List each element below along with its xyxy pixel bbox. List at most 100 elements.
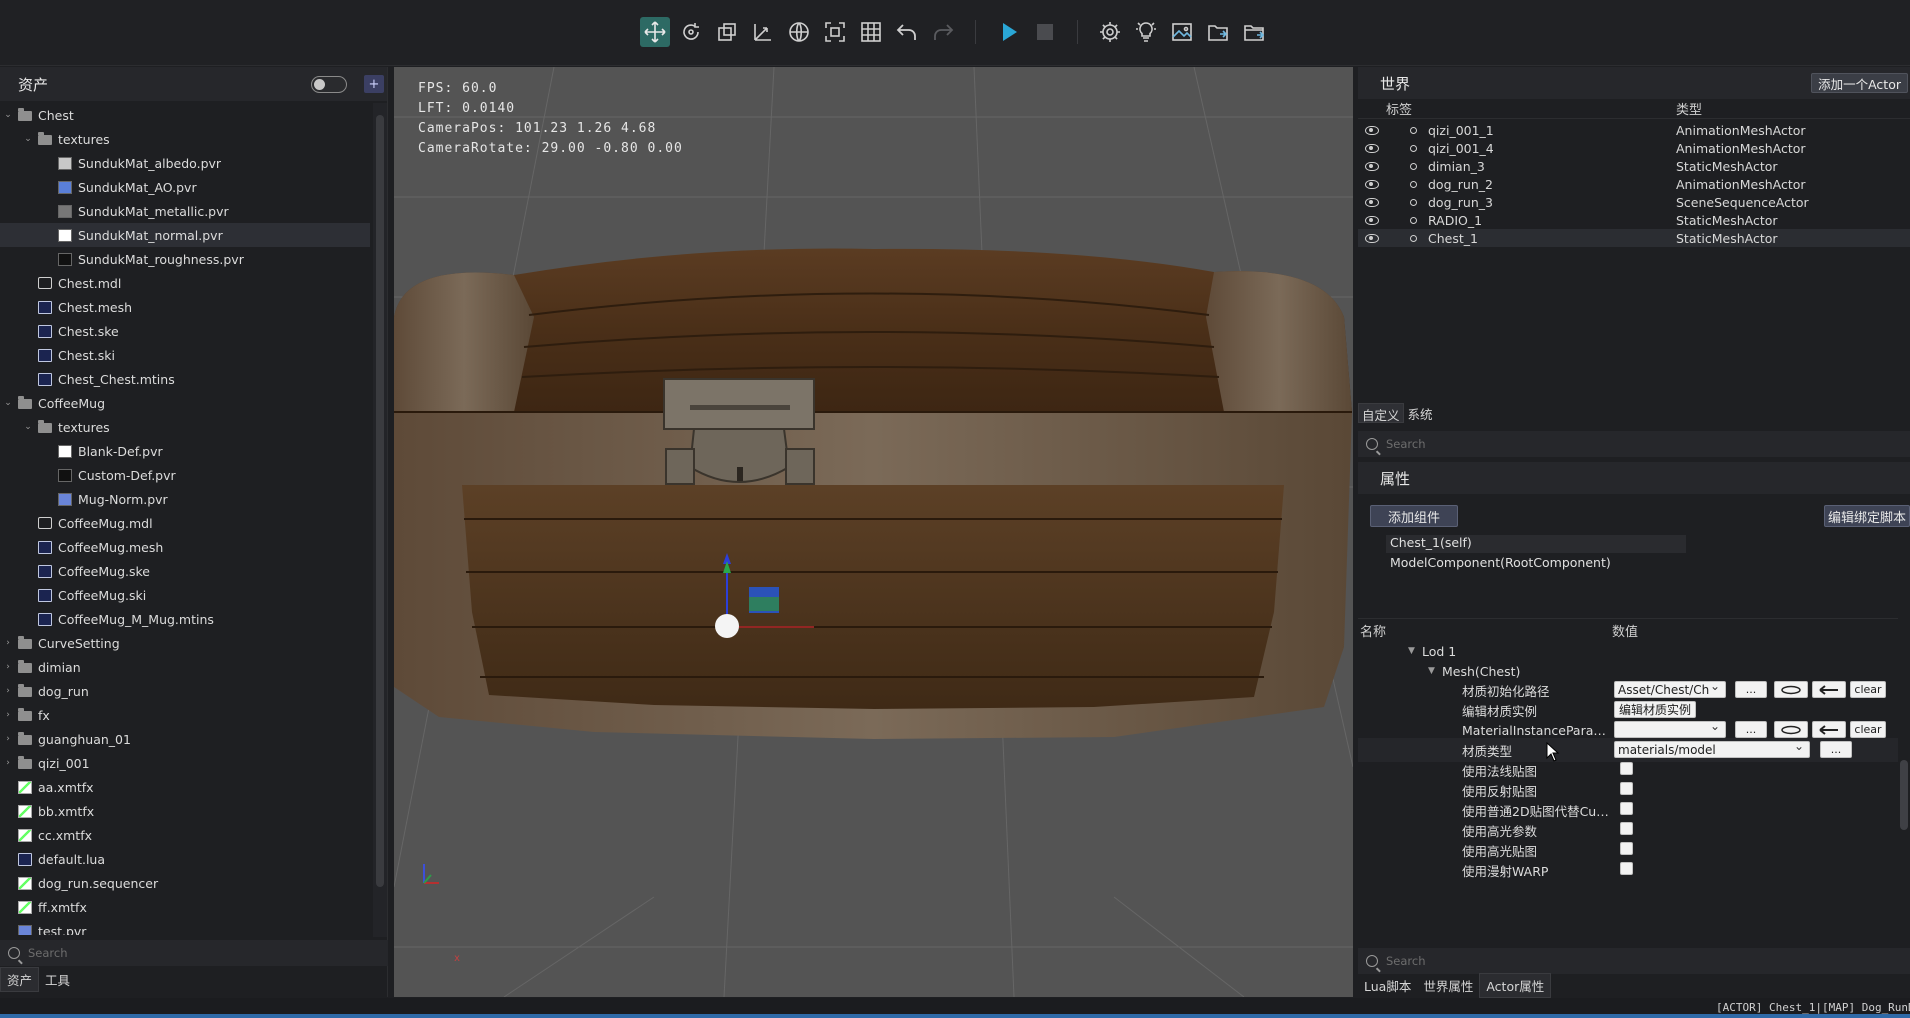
- edit-mat-instance-button[interactable]: 编辑材质实例: [1614, 701, 1696, 718]
- circle-icon[interactable]: [1410, 216, 1417, 224]
- actor-row[interactable]: dog_run_2 AnimationMeshActor: [1358, 175, 1910, 193]
- asset-tree-item[interactable]: SundukMat_roughness.pvr: [0, 247, 370, 271]
- axis-icon[interactable]: [748, 17, 778, 47]
- play-icon[interactable]: [994, 17, 1024, 47]
- asset-tree-item[interactable]: Chest.ske: [0, 319, 370, 343]
- asset-tree-item[interactable]: Chest.ski: [0, 343, 370, 367]
- asset-tree-item[interactable]: ⌄ textures: [0, 127, 370, 151]
- asset-tree-item[interactable]: cc.xmtfx: [0, 823, 370, 847]
- asset-tree-item[interactable]: CoffeeMug.mdl: [0, 511, 370, 535]
- asset-tree-item[interactable]: ⌄ CoffeeMug: [0, 391, 370, 415]
- arrow-left-icon[interactable]: [1812, 681, 1846, 698]
- checkbox[interactable]: [1620, 842, 1633, 855]
- circle-icon[interactable]: [1410, 198, 1417, 206]
- mat-param-fx-select[interactable]: [1614, 721, 1726, 738]
- chevron-down-icon[interactable]: ⌄: [2, 110, 14, 120]
- asset-tree-item[interactable]: › CurveSetting: [0, 631, 370, 655]
- chevron-right-icon[interactable]: ›: [2, 686, 14, 696]
- circle-icon[interactable]: [1410, 180, 1417, 188]
- stop-icon[interactable]: [1030, 17, 1060, 47]
- asset-tree-item[interactable]: SundukMat_normal.pvr: [0, 223, 370, 247]
- eye-icon[interactable]: [1365, 197, 1379, 207]
- asset-tree-item[interactable]: › fx: [0, 703, 370, 727]
- asset-tree-item[interactable]: CoffeeMug.ske: [0, 559, 370, 583]
- move-icon[interactable]: [640, 17, 670, 47]
- asset-tree-item[interactable]: Chest.mesh: [0, 295, 370, 319]
- redo-icon[interactable]: [928, 17, 958, 47]
- asset-tree-item[interactable]: › dimian: [0, 655, 370, 679]
- open-folder-icon[interactable]: [1203, 17, 1233, 47]
- tab-system[interactable]: 系统: [1405, 403, 1436, 423]
- asset-tree-item[interactable]: Chest_Chest.mtins: [0, 367, 370, 391]
- globe-icon[interactable]: [784, 17, 814, 47]
- eye-icon[interactable]: [1365, 179, 1379, 189]
- eye-icon[interactable]: [1365, 215, 1379, 225]
- asset-tree-item[interactable]: SundukMat_albedo.pvr: [0, 151, 370, 175]
- add-actor-button[interactable]: 添加一个Actor: [1811, 73, 1908, 93]
- mat-type-browse-button[interactable]: ...: [1820, 741, 1852, 758]
- circle-icon[interactable]: [1410, 144, 1417, 152]
- assets-scrollbar[interactable]: [373, 103, 387, 937]
- actor-row[interactable]: RADIO_1 StaticMeshActor: [1358, 211, 1910, 229]
- actor-row[interactable]: dog_run_3 SceneSequenceActor: [1358, 193, 1910, 211]
- undo-icon[interactable]: [892, 17, 922, 47]
- chevron-right-icon[interactable]: ›: [2, 710, 14, 720]
- actor-row[interactable]: qizi_001_1 AnimationMeshActor: [1358, 121, 1910, 139]
- chevron-down-icon[interactable]: ⌄: [22, 134, 34, 144]
- asset-tree-item[interactable]: ⌄ textures: [0, 415, 370, 439]
- asset-tree-item[interactable]: › dog_run: [0, 679, 370, 703]
- asset-tree-item[interactable]: ff.xmtfx: [0, 895, 370, 919]
- image-icon[interactable]: [1167, 17, 1197, 47]
- asset-tree-item[interactable]: Custom-Def.pvr: [0, 463, 370, 487]
- actor-row[interactable]: Chest_1 StaticMeshActor: [1358, 229, 1910, 247]
- asset-tree-item[interactable]: › qizi_001: [0, 751, 370, 775]
- asset-tree-item[interactable]: SundukMat_metallic.pvr: [0, 199, 370, 223]
- checkbox[interactable]: [1620, 802, 1633, 815]
- scene-viewport[interactable]: FPS: 60.0 LFT: 0.0140 CameraPos: 101.23 …: [394, 67, 1353, 997]
- circle-icon[interactable]: [1410, 126, 1417, 134]
- eye-icon[interactable]: [1365, 161, 1379, 171]
- actor-row[interactable]: qizi_001_4 AnimationMeshActor: [1358, 139, 1910, 157]
- tab-lua-script[interactable]: Lua脚本: [1358, 974, 1417, 997]
- actor-row[interactable]: dimian_3 StaticMeshActor: [1358, 157, 1910, 175]
- add-asset-button[interactable]: +: [364, 75, 384, 93]
- checkbox[interactable]: [1620, 862, 1633, 875]
- component-self[interactable]: Chest_1(self): [1386, 535, 1686, 553]
- properties-search[interactable]: Search: [1358, 948, 1910, 974]
- chevron-down-icon[interactable]: ⌄: [2, 398, 14, 408]
- tab-custom[interactable]: 自定义: [1358, 403, 1404, 423]
- asset-tree-item[interactable]: bb.xmtfx: [0, 799, 370, 823]
- eye-icon[interactable]: [1365, 143, 1379, 153]
- settings-icon[interactable]: [1095, 17, 1125, 47]
- asset-tree-item[interactable]: CoffeeMug.mesh: [0, 535, 370, 559]
- tab-tools[interactable]: 工具: [39, 968, 76, 991]
- edit-script-button[interactable]: 编辑绑定脚本: [1824, 505, 1910, 527]
- eye-icon[interactable]: [1365, 233, 1379, 243]
- asset-tree-item[interactable]: default.lua: [0, 847, 370, 871]
- circle-icon[interactable]: [1410, 162, 1417, 170]
- tab-actor-props[interactable]: Actor属性: [1479, 972, 1552, 998]
- mat-init-browse-button[interactable]: ...: [1735, 681, 1767, 698]
- scale-icon[interactable]: [712, 17, 742, 47]
- checkbox[interactable]: [1620, 762, 1633, 775]
- mat-param-browse-button[interactable]: ...: [1735, 721, 1767, 738]
- assets-toggle[interactable]: [311, 76, 347, 93]
- chevron-down-icon[interactable]: ⌄: [22, 422, 34, 432]
- chevron-right-icon[interactable]: ›: [2, 758, 14, 768]
- add-component-button[interactable]: 添加组件: [1370, 505, 1458, 527]
- asset-tree-item[interactable]: › guanghuan_01: [0, 727, 370, 751]
- focus-icon[interactable]: [820, 17, 850, 47]
- asset-tree-item[interactable]: Mug-Norm.pvr: [0, 487, 370, 511]
- assets-search[interactable]: Search: [0, 940, 388, 966]
- light-icon[interactable]: [1131, 17, 1161, 47]
- search-icon[interactable]: [1774, 721, 1808, 738]
- rotate-icon[interactable]: [676, 17, 706, 47]
- arrow-left-icon[interactable]: [1812, 721, 1846, 738]
- tab-world-props[interactable]: 世界属性: [1417, 974, 1479, 997]
- eye-icon[interactable]: [1365, 125, 1379, 135]
- grid-icon[interactable]: [856, 17, 886, 47]
- mat-init-clear-button[interactable]: clear: [1850, 681, 1886, 698]
- asset-tree-item[interactable]: Blank-Def.pvr: [0, 439, 370, 463]
- properties-scrollbar[interactable]: [1898, 612, 1910, 922]
- export-folder-icon[interactable]: [1239, 17, 1269, 47]
